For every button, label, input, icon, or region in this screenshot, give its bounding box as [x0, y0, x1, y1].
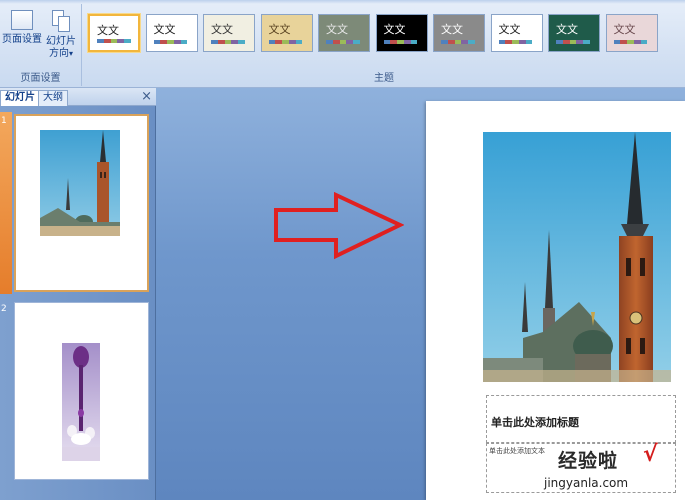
- theme-color-swatches: [498, 40, 533, 44]
- slide-editing-area: 单击此处添加标题 单击此处添加文本: [156, 88, 685, 500]
- title-placeholder-text: 单击此处添加标题: [491, 416, 579, 429]
- slide-thumbnail-1[interactable]: [14, 114, 149, 292]
- theme-sample-text: 文文: [498, 23, 521, 36]
- watermark-url: jingyanla.com: [544, 476, 629, 490]
- slide-orientation-label-line2: 方向▾: [48, 48, 73, 59]
- slide-orientation-button[interactable]: 幻灯片 方向▾: [44, 8, 78, 68]
- theme-thumbnail-10[interactable]: 文文: [605, 14, 658, 52]
- theme-sample-text: 文文: [441, 23, 463, 36]
- theme-thumbnail-1[interactable]: 文文: [88, 14, 140, 52]
- watermark-text: 经验啦: [558, 450, 619, 472]
- chevron-down-icon: ▾: [68, 49, 73, 58]
- church-tower-photo[interactable]: [483, 132, 671, 382]
- theme-thumbnail-7[interactable]: 文文: [433, 14, 485, 52]
- theme-color-swatches: [153, 40, 188, 44]
- page-setup-label: 页面设置: [2, 34, 42, 45]
- purple-vase-photo-thumbnail: [62, 343, 100, 461]
- theme-thumbnail-5[interactable]: 文文: [318, 14, 370, 52]
- slides-panel: 幻灯片 大纲 × 1 2: [0, 88, 156, 500]
- theme-thumbnail-9[interactable]: 文文: [548, 14, 600, 52]
- themes-group: 文文 文文 文文 文文 文文 文文 文文 文文 文文 文文 主题: [83, 4, 685, 86]
- ribbon: 页面设置 幻灯片 方向▾ 页面设置 文文 文文 文文 文文 文文 文文 文文 文文 文文 文文 主…: [0, 0, 685, 88]
- theme-color-swatches: [326, 40, 360, 44]
- theme-sample-text: 文文: [556, 23, 578, 36]
- page-setup-group-label: 页面设置: [20, 73, 61, 84]
- theme-sample-text: 文文: [153, 23, 176, 36]
- theme-color-swatches: [613, 40, 648, 44]
- page-setup-group: 页面设置 幻灯片 方向▾ 页面设置: [0, 4, 82, 86]
- current-slide[interactable]: 单击此处添加标题 单击此处添加文本: [426, 101, 685, 500]
- theme-sample-text: 文文: [326, 23, 348, 36]
- theme-color-swatches: [97, 39, 131, 43]
- theme-sample-text: 文文: [613, 23, 636, 36]
- page-setup-icon: [11, 10, 33, 30]
- theme-color-swatches: [441, 40, 475, 44]
- theme-sample-text: 文文: [383, 23, 406, 36]
- theme-thumbnail-2[interactable]: 文文: [145, 14, 198, 52]
- slide-number-1: 1: [1, 116, 7, 126]
- right-arrow-icon: [274, 192, 404, 260]
- slide-number-2: 2: [1, 304, 7, 314]
- close-icon[interactable]: ×: [141, 89, 152, 104]
- page-setup-button[interactable]: 页面设置: [2, 8, 42, 68]
- theme-thumbnail-4[interactable]: 文文: [260, 14, 313, 52]
- theme-thumbnail-6[interactable]: 文文: [375, 14, 428, 52]
- title-placeholder[interactable]: 单击此处添加标题: [486, 395, 676, 443]
- theme-color-swatches: [383, 40, 418, 44]
- church-tower-photo-thumbnail: [40, 130, 120, 236]
- tab-outline[interactable]: 大纲: [38, 90, 68, 106]
- slide-orientation-icon: [50, 10, 72, 32]
- panel-tabs: 幻灯片 大纲 ×: [0, 88, 156, 106]
- theme-color-swatches: [268, 40, 303, 44]
- slide-thumbnail-2[interactable]: [14, 302, 149, 480]
- themes-group-label: 主题: [374, 73, 394, 84]
- checkmark-icon: √: [643, 442, 658, 467]
- slide-orientation-label-line1: 幻灯片: [46, 36, 76, 47]
- selected-slide-indicator: [0, 112, 12, 294]
- theme-color-swatches: [211, 40, 245, 44]
- theme-thumbnail-3[interactable]: 文文: [203, 14, 255, 52]
- theme-sample-text: 文文: [97, 24, 119, 37]
- tab-slides[interactable]: 幻灯片: [0, 90, 40, 106]
- theme-sample-text: 文文: [211, 23, 233, 36]
- theme-thumbnail-8[interactable]: 文文: [490, 14, 543, 52]
- theme-sample-text: 文文: [268, 23, 291, 36]
- theme-color-swatches: [556, 40, 590, 44]
- watermark-logo: 经验啦 √ jingyanla.com: [498, 442, 678, 496]
